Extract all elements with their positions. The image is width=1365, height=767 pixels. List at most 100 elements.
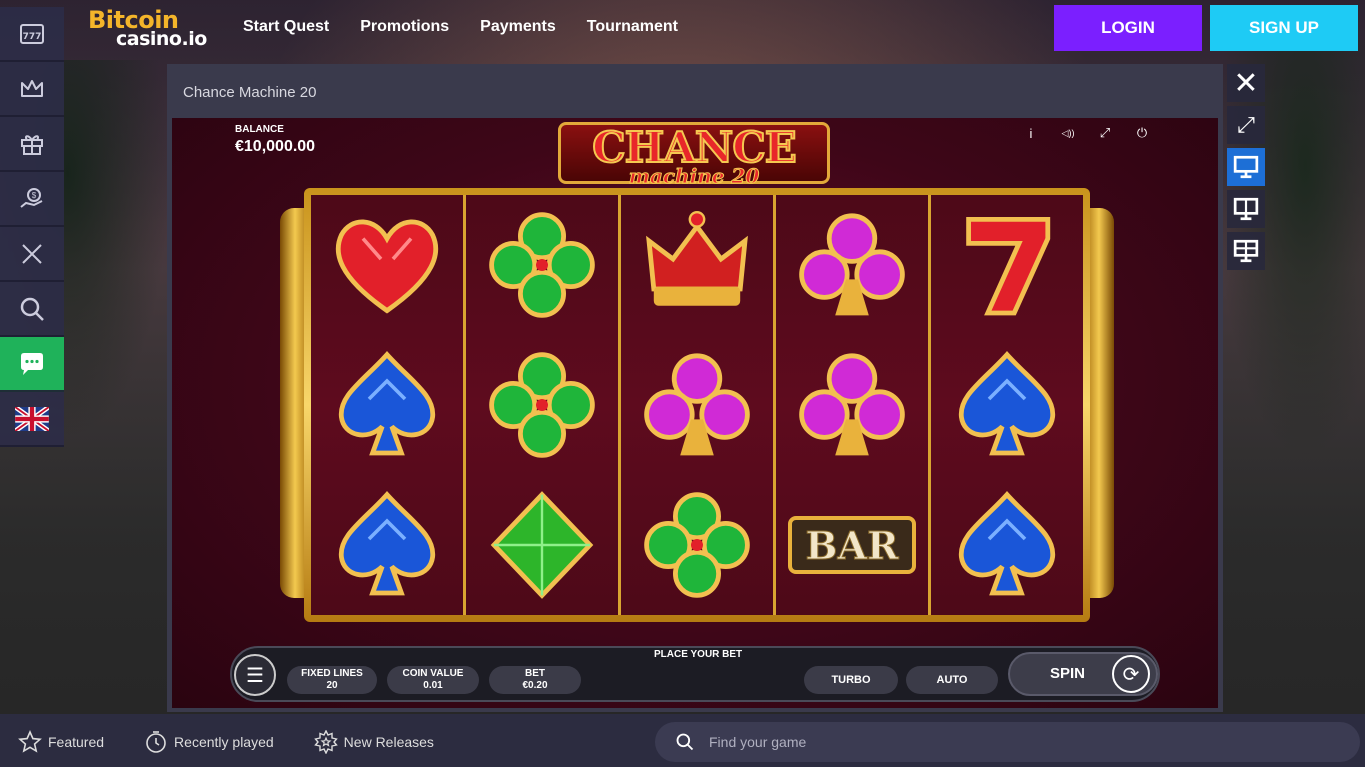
reel-5 <box>931 195 1083 615</box>
login-button[interactable]: LOGIN <box>1054 5 1202 51</box>
game-search[interactable] <box>655 722 1360 762</box>
single-screen-icon <box>1233 155 1259 179</box>
swords-icon <box>22 243 42 264</box>
tab-new-releases-label: New Releases <box>343 734 434 750</box>
chat-icon <box>21 352 43 375</box>
sidebar-item-tournaments[interactable] <box>0 227 64 282</box>
top-nav: Bitcoin casino.io Start Quest Promotions… <box>0 0 1365 56</box>
sidebar-item-search[interactable] <box>0 282 64 337</box>
fullscreen-icon[interactable]: ⤢ <box>1096 124 1114 142</box>
game-logo-main: CHANCE <box>591 123 798 172</box>
game-logo: CHANCE machine 20 <box>558 122 830 188</box>
hamburger-icon: ☰ <box>246 664 264 687</box>
auto-button[interactable]: AUTO <box>906 666 998 694</box>
clover-icon <box>644 492 750 598</box>
seven-symbol <box>931 195 1083 335</box>
spade-symbol <box>311 335 463 475</box>
turbo-button[interactable]: TURBO <box>804 666 898 694</box>
dual-screen-icon <box>1233 197 1259 221</box>
bet-value: €0.20 <box>522 680 548 691</box>
bet-pill[interactable]: BET €0.20 <box>489 666 581 694</box>
menu-button[interactable]: ☰ <box>234 654 276 696</box>
nav-tournament[interactable]: Tournament <box>587 18 678 36</box>
bar-symbol: BAR <box>776 475 928 615</box>
quad-screen-icon <box>1233 239 1259 263</box>
dual-screen-button[interactable] <box>1227 190 1265 228</box>
left-sidebar: 777 $ <box>0 7 64 447</box>
bottom-tabs: Featured Recently played New Releases <box>18 730 434 754</box>
reel-2 <box>466 195 621 615</box>
quad-screen-button[interactable] <box>1227 232 1265 270</box>
spade-icon <box>958 491 1056 596</box>
diamond-icon <box>490 491 594 599</box>
spin-icon: ⟳ <box>1112 655 1150 693</box>
clover-symbol <box>466 335 618 475</box>
sidebar-item-chat[interactable] <box>0 337 64 392</box>
single-screen-button[interactable] <box>1227 148 1265 186</box>
club-symbol <box>776 195 928 335</box>
nav-start-quest[interactable]: Start Quest <box>243 18 329 36</box>
tab-featured[interactable]: Featured <box>18 730 104 754</box>
sidebar-item-language[interactable] <box>0 392 64 447</box>
clock-icon <box>146 731 166 753</box>
club-symbol <box>776 335 928 475</box>
badge-star-icon <box>313 730 338 754</box>
logo-line2: casino.io <box>116 28 207 50</box>
clover-symbol <box>621 475 773 615</box>
clover-icon <box>489 352 595 458</box>
money-bag-icon: $ <box>20 187 43 208</box>
spin-button[interactable]: SPIN ⟳ <box>1008 652 1158 696</box>
close-button[interactable]: ✕ <box>1227 64 1265 102</box>
balance-label: BALANCE <box>235 124 284 135</box>
sidebar-item-promotions[interactable] <box>0 117 64 172</box>
close-icon: ✕ <box>1233 66 1259 100</box>
reels: BAR <box>311 195 1083 615</box>
tab-new-releases[interactable]: New Releases <box>313 730 434 754</box>
signup-button[interactable]: SIGN UP <box>1210 5 1358 51</box>
search-icon <box>676 733 694 751</box>
diamond-symbol <box>466 475 618 615</box>
sound-icon[interactable]: ◁)) <box>1059 124 1077 142</box>
game-logo-sub: machine 20 <box>628 164 760 188</box>
reel-4: BAR <box>776 195 931 615</box>
club-symbol <box>621 335 773 475</box>
sidebar-item-slots[interactable]: 777 <box>0 7 64 62</box>
power-icon[interactable]: ⏻ <box>1133 124 1151 142</box>
uk-flag-icon <box>15 406 49 431</box>
search-icon <box>20 297 44 321</box>
seven-icon <box>966 217 1051 316</box>
logo[interactable]: Bitcoin casino.io <box>88 6 228 50</box>
tab-featured-label: Featured <box>48 734 105 750</box>
coin-value-label: COIN VALUE <box>402 668 464 679</box>
game-top-icons: i ◁)) ⤢ ⏻ <box>1022 124 1151 142</box>
spade-icon <box>338 351 436 456</box>
nav-promotions[interactable]: Promotions <box>360 18 449 36</box>
sidebar-item-payments[interactable]: $ <box>0 172 64 227</box>
info-icon[interactable]: i <box>1022 124 1040 142</box>
svg-text:777: 777 <box>23 32 42 42</box>
tab-recently-played[interactable]: Recently played <box>144 730 274 754</box>
search-input[interactable] <box>709 734 1209 750</box>
main-nav: Start Quest Promotions Payments Tourname… <box>243 18 678 36</box>
heart-symbol <box>311 195 463 335</box>
crown-icon <box>21 79 43 97</box>
spade-symbol <box>311 475 463 615</box>
sidebar-item-vip[interactable] <box>0 62 64 117</box>
expand-icon: ⤢ <box>1237 112 1255 137</box>
clover-icon <box>489 212 595 318</box>
reel-frame: BAR <box>304 188 1090 622</box>
star-icon <box>18 730 42 753</box>
svg-text:$: $ <box>32 191 37 200</box>
slots-icon: 777 <box>20 23 44 44</box>
fixed-lines-label: FIXED LINES <box>301 668 363 679</box>
nav-payments[interactable]: Payments <box>480 18 556 36</box>
game-frame[interactable]: BALANCE €10,000.00 CHANCE machine 20 i ◁… <box>172 118 1218 708</box>
club-icon <box>644 353 750 456</box>
coin-value-pill[interactable]: COIN VALUE 0.01 <box>387 666 479 694</box>
expand-button[interactable]: ⤢ <box>1227 106 1265 144</box>
game-modal: Chance Machine 20 BALANCE €10,000.00 CHA… <box>167 64 1223 712</box>
balance-value: €10,000.00 <box>235 138 316 155</box>
club-icon <box>799 213 905 316</box>
spin-label: SPIN <box>1050 665 1086 682</box>
crown-symbol <box>621 195 773 335</box>
